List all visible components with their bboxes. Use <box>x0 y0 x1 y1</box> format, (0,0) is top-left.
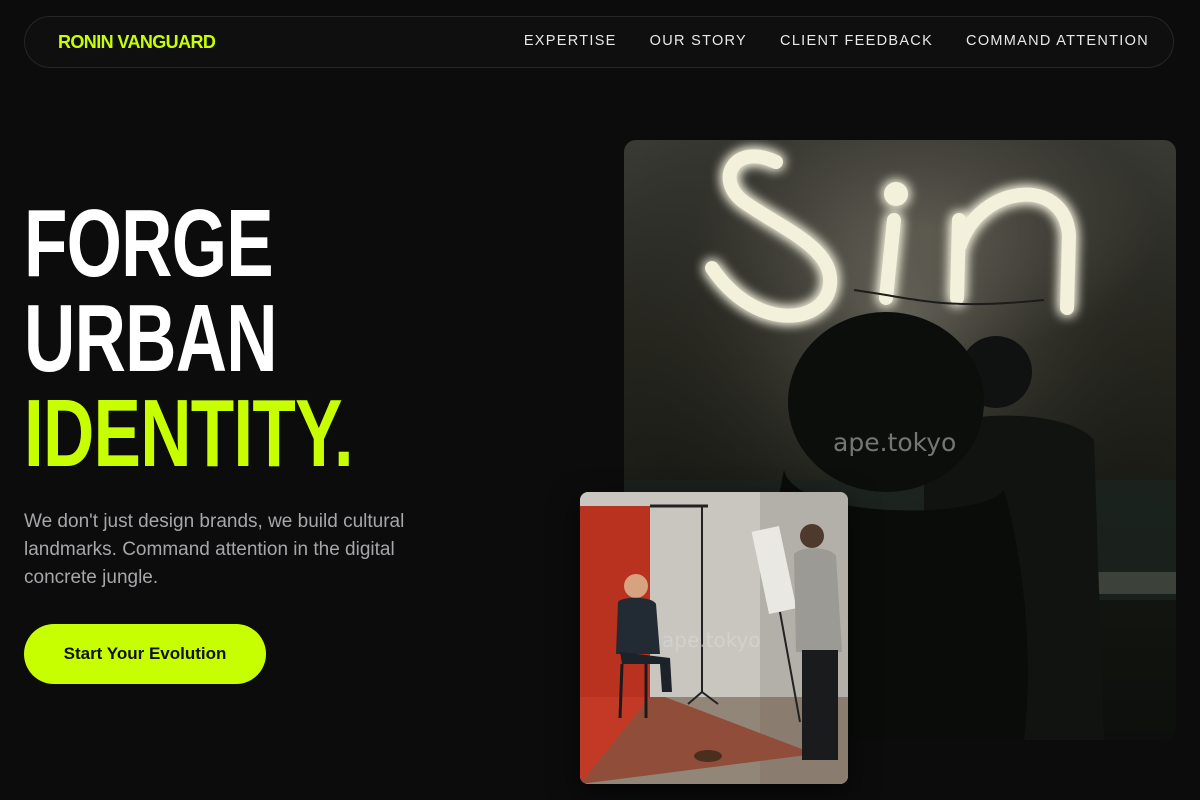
brand-logo[interactable]: RONIN VANGUARD <box>58 32 216 53</box>
headline-line-3: IDENTITY. <box>24 380 354 487</box>
headline-line-2: URBAN <box>24 285 278 392</box>
hero-subcopy: We don't just design brands, we build cu… <box>24 511 405 588</box>
headline-line-1: FORGE <box>24 190 274 297</box>
nav-link-command-attention[interactable]: COMMAND ATTENTION <box>966 33 1149 49</box>
start-evolution-button[interactable]: Start Your Evolution <box>24 624 266 684</box>
landing-page: RONIN VANGUARD EXPERTISE OUR STORY CLIEN… <box>0 0 1200 800</box>
hero-headline: FORGE URBAN IDENTITY. <box>24 190 468 487</box>
inset-photo-studio-shoot: ape.tokyo <box>580 492 848 784</box>
nav-link-expertise[interactable]: EXPERTISE <box>524 33 617 49</box>
top-navbar: RONIN VANGUARD EXPERTISE OUR STORY CLIEN… <box>24 16 1174 68</box>
studio-scene-illustration <box>580 492 848 784</box>
nav-link-our-story[interactable]: OUR STORY <box>650 33 747 49</box>
nav-links: EXPERTISE OUR STORY CLIENT FEEDBACK COMM… <box>524 33 1149 49</box>
nav-link-client-feedback[interactable]: CLIENT FEEDBACK <box>780 33 933 49</box>
